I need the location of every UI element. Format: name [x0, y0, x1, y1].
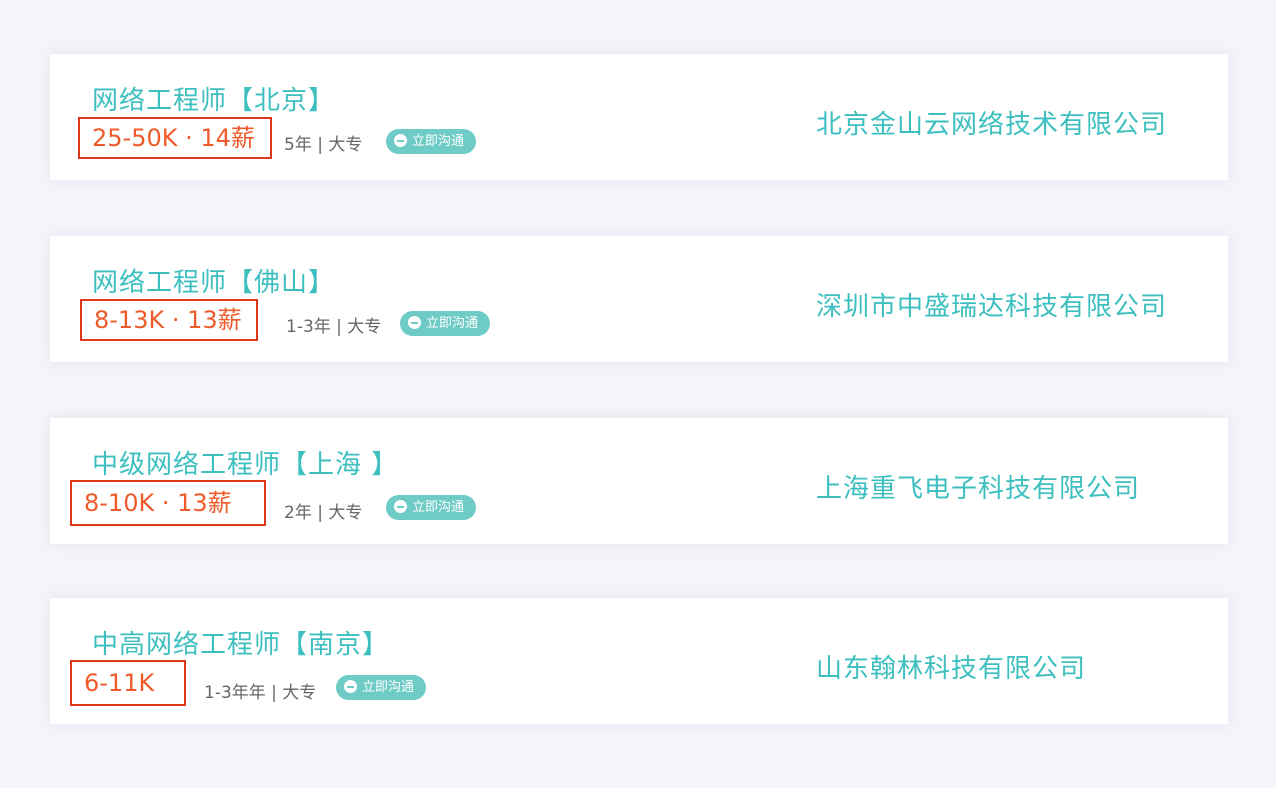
salary-highlight: 8-10K · 13薪 [70, 480, 266, 526]
salary-highlight: 25-50K · 14薪 [78, 117, 272, 159]
chat-button-label: 立即沟通 [412, 134, 465, 149]
job-card[interactable]: 网络工程师【北京】 25-50K · 14薪 5年 | 大专 立即沟通 北京金山… [50, 54, 1228, 180]
chat-icon [394, 134, 407, 147]
salary-highlight: 8-13K · 13薪 [80, 299, 258, 341]
chat-button-label: 立即沟通 [426, 316, 479, 331]
chat-icon [344, 680, 357, 693]
job-requirements: 5年 | 大专 [284, 135, 363, 155]
chat-button[interactable]: 立即沟通 [400, 311, 491, 336]
chat-button-label: 立即沟通 [362, 680, 415, 695]
job-title[interactable]: 中高网络工程师【南京】 [92, 624, 389, 661]
job-card[interactable]: 中级网络工程师【上海 】 8-10K · 13薪 2年 | 大专 立即沟通 上海… [50, 418, 1228, 544]
chat-icon [408, 316, 421, 329]
chat-button[interactable]: 立即沟通 [386, 495, 477, 520]
job-title[interactable]: 中级网络工程师【上海 】 [92, 444, 398, 481]
job-title[interactable]: 网络工程师【佛山】 [92, 262, 335, 299]
company-name[interactable]: 山东翰林科技有限公司 [816, 648, 1086, 685]
job-title[interactable]: 网络工程师【北京】 [92, 80, 335, 117]
job-card[interactable]: 中高网络工程师【南京】 6-11K 1-3年年 | 大专 立即沟通 山东翰林科技… [50, 598, 1228, 724]
job-requirements: 1-3年 | 大专 [286, 317, 382, 337]
chat-button[interactable]: 立即沟通 [336, 675, 427, 700]
job-requirements: 1-3年年 | 大专 [204, 683, 317, 703]
company-name[interactable]: 上海重飞电子科技有限公司 [816, 468, 1140, 505]
chat-button[interactable]: 立即沟通 [386, 129, 477, 154]
job-card[interactable]: 网络工程师【佛山】 8-13K · 13薪 1-3年 | 大专 立即沟通 深圳市… [50, 236, 1228, 362]
job-requirements: 2年 | 大专 [284, 503, 363, 523]
company-name[interactable]: 北京金山云网络技术有限公司 [816, 104, 1167, 141]
chat-icon [394, 500, 407, 513]
chat-button-label: 立即沟通 [412, 500, 465, 515]
company-name[interactable]: 深圳市中盛瑞达科技有限公司 [816, 286, 1167, 323]
salary-highlight: 6-11K [70, 660, 186, 706]
